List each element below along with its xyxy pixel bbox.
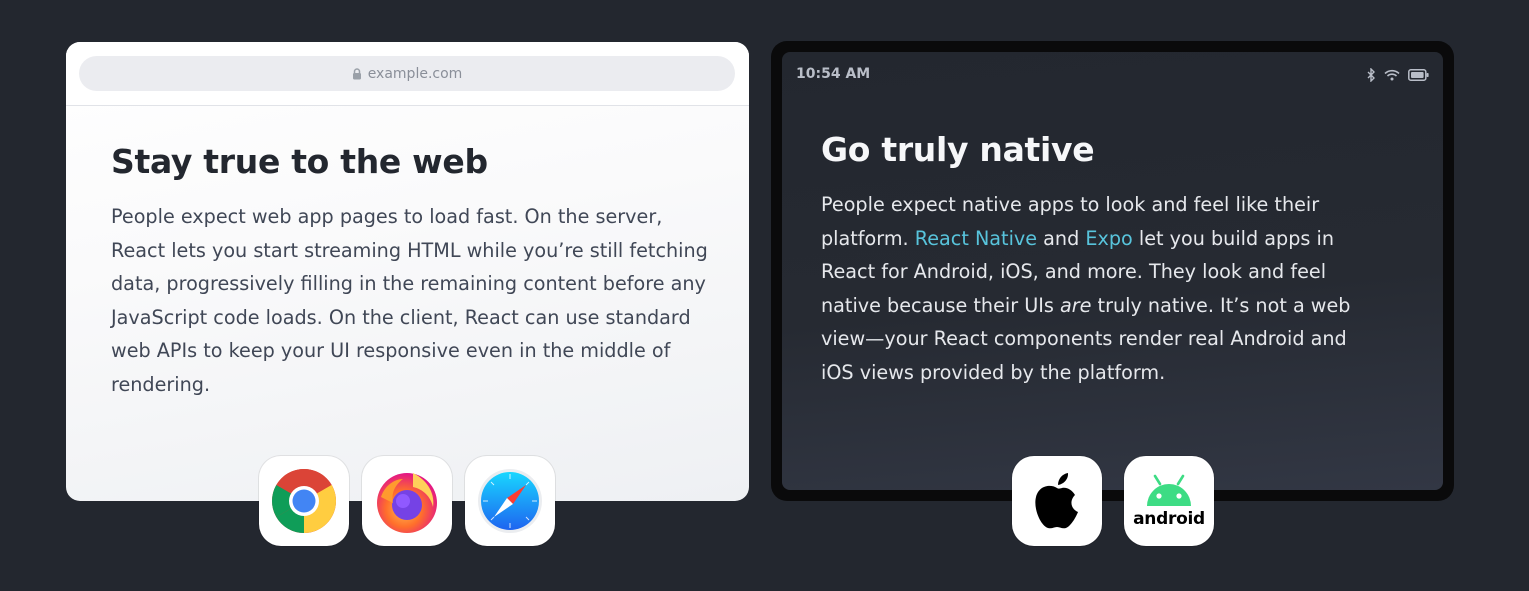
native-text-part: and [1037,226,1086,250]
firefox-icon [377,473,437,533]
bluetooth-icon [1367,68,1375,82]
web-browser-card: example.com Stay true to the web People … [66,42,749,501]
native-device-card: 10:54 AM Go truly native People expect n… [771,41,1454,501]
web-description: People expect web app pages to load fast… [111,205,708,396]
android-wordmark: android [1133,509,1205,529]
apple-icon [1035,473,1078,529]
address-text: example.com [367,65,463,82]
android-icon [1146,474,1191,506]
android-tile[interactable]: android [1124,456,1214,546]
wifi-icon [1384,69,1400,81]
native-description: People expect native apps to look and fe… [821,188,1381,390]
android-logo: android [1133,473,1205,529]
expo-link[interactable]: Expo [1085,227,1132,250]
battery-icon [1408,69,1429,81]
apple-tile[interactable] [1012,456,1102,546]
status-icons [1367,68,1429,82]
react-native-link[interactable]: React Native [915,227,1037,250]
chrome-icon [272,469,336,533]
chrome-tile[interactable] [259,456,349,546]
native-text-emphasis: are [1060,293,1092,317]
native-heading: Go truly native [821,130,1095,169]
web-heading: Stay true to the web [111,142,488,181]
firefox-tile[interactable] [362,456,452,546]
address-bar[interactable]: example.com [79,56,735,91]
safari-tile[interactable] [465,456,555,546]
status-time: 10:54 AM [796,66,871,82]
lock-icon [352,67,361,79]
browser-toolbar: example.com [66,42,749,106]
safari-icon [478,469,542,533]
